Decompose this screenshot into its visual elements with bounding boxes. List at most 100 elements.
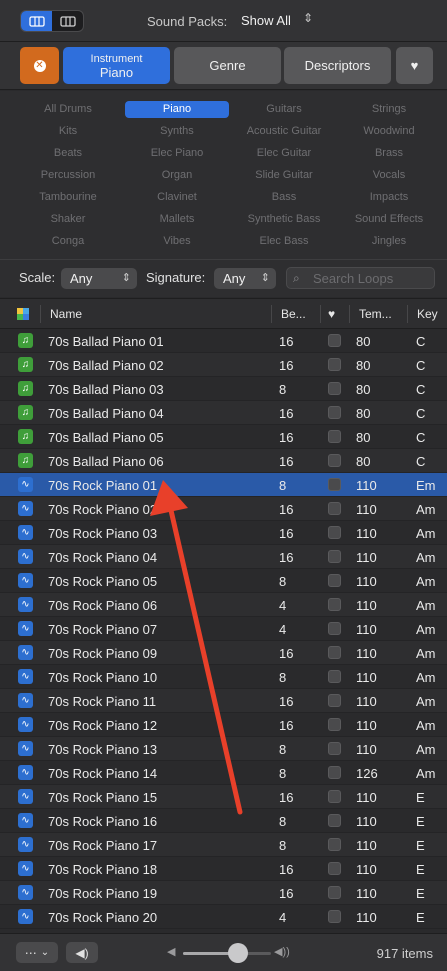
table-row[interactable]: ♫ 70s Ballad Piano 03 8 80 C [0,377,447,401]
sound-packs-chevron-icon[interactable]: ⇕ [303,11,313,25]
table-row[interactable]: ∿ 70s Rock Piano 20 4 110 E [0,905,447,929]
keyword-bass[interactable]: Bass [232,189,336,206]
table-row[interactable]: ∿ 70s Rock Piano 14 8 126 Am [0,761,447,785]
search-field[interactable]: ⌕ [286,267,435,289]
signature-popup[interactable]: Any ⇕ [214,268,276,289]
keyword-tambourine[interactable]: Tambourine [16,189,120,206]
table-row[interactable]: ∿ 70s Rock Piano 01 8 110 Em [0,473,447,497]
table-row[interactable]: ∿ 70s Rock Piano 09 16 110 Am [0,641,447,665]
scale-popup[interactable]: Any ⇕ [61,268,137,289]
keyword-sound-effects[interactable]: Sound Effects [337,211,441,228]
favorite-checkbox[interactable] [328,886,341,899]
list-view-button[interactable] [21,11,52,31]
table-row[interactable]: ∿ 70s Rock Piano 19 16 110 E [0,881,447,905]
table-row[interactable]: ♫ 70s Ballad Piano 04 16 80 C [0,401,447,425]
keyword-conga[interactable]: Conga [16,233,120,250]
column-beats[interactable]: Be... [281,307,306,321]
favorite-checkbox[interactable] [328,790,341,803]
table-row[interactable]: ∿ 70s Rock Piano 17 8 110 E [0,833,447,857]
favorite-checkbox[interactable] [328,742,341,755]
table-row[interactable]: ∿ 70s Rock Piano 12 16 110 Am [0,713,447,737]
volume-knob[interactable] [227,943,248,963]
more-options-button[interactable]: ⋯ ⌄ [16,942,58,963]
table-row[interactable]: ∿ 70s Rock Piano 07 4 110 Am [0,617,447,641]
keyword-shaker[interactable]: Shaker [16,211,120,228]
table-row[interactable]: ∿ 70s Rock Piano 15 16 110 E [0,785,447,809]
keyword-vibes[interactable]: Vibes [125,233,229,250]
keyword-elec-bass[interactable]: Elec Bass [232,233,336,250]
column-favorite-heart-icon[interactable]: ♥ [328,307,335,321]
keyword-kits[interactable]: Kits [16,123,120,140]
table-row[interactable]: ♫ 70s Ballad Piano 06 16 80 C [0,449,447,473]
loop-type-grid-icon[interactable] [17,308,29,320]
favorite-checkbox[interactable] [328,622,341,635]
table-row[interactable]: ♫ 70s Ballad Piano 05 16 80 C [0,425,447,449]
search-input[interactable] [313,270,431,287]
favorite-checkbox[interactable] [328,406,341,419]
table-row[interactable]: ∿ 70s Rock Piano 03 16 110 Am [0,521,447,545]
favorite-checkbox[interactable] [328,718,341,731]
keyword-percussion[interactable]: Percussion [16,167,120,184]
keyword-synths[interactable]: Synths [125,123,229,140]
column-key[interactable]: Key [417,307,438,321]
favorite-checkbox[interactable] [328,694,341,707]
favorite-checkbox[interactable] [328,814,341,827]
keyword-organ[interactable]: Organ [125,167,229,184]
favorite-checkbox[interactable] [328,646,341,659]
keyword-vocals[interactable]: Vocals [337,167,441,184]
table-row[interactable]: ∿ 70s Rock Piano 13 8 110 Am [0,737,447,761]
table-row[interactable]: ∿ 70s Rock Piano 05 8 110 Am [0,569,447,593]
keyword-strings[interactable]: Strings [337,101,441,118]
keyword-slide-guitar[interactable]: Slide Guitar [232,167,336,184]
column-view-button[interactable] [52,11,83,31]
favorite-checkbox[interactable] [328,526,341,539]
keyword-brass[interactable]: Brass [337,145,441,162]
table-row[interactable]: ♫ 70s Ballad Piano 01 16 80 C [0,329,447,353]
preview-in-key-button[interactable]: ◀) [66,942,98,963]
favorite-checkbox[interactable] [328,838,341,851]
favorite-checkbox[interactable] [328,550,341,563]
favorite-checkbox[interactable] [328,502,341,515]
favorite-checkbox[interactable] [328,766,341,779]
favorite-checkbox[interactable] [328,670,341,683]
keyword-elec-piano[interactable]: Elec Piano [125,145,229,162]
keyword-woodwind[interactable]: Woodwind [337,123,441,140]
keyword-mallets[interactable]: Mallets [125,211,229,228]
favorite-checkbox[interactable] [328,358,341,371]
reset-filters-button[interactable]: ✕ [20,47,59,84]
table-row[interactable]: ∿ 70s Rock Piano 11 16 110 Am [0,689,447,713]
keyword-synthetic-bass[interactable]: Synthetic Bass [232,211,336,228]
table-row[interactable]: ∿ 70s Rock Piano 02 16 110 Am [0,497,447,521]
favorite-checkbox[interactable] [328,430,341,443]
favorite-checkbox[interactable] [328,382,341,395]
keyword-guitars[interactable]: Guitars [232,101,336,118]
keyword-jingles[interactable]: Jingles [337,233,441,250]
table-row[interactable]: ∿ 70s Rock Piano 16 8 110 E [0,809,447,833]
favorite-checkbox[interactable] [328,862,341,875]
keyword-impacts[interactable]: Impacts [337,189,441,206]
table-row[interactable]: ∿ 70s Rock Piano 18 16 110 E [0,857,447,881]
keyword-piano[interactable]: Piano [125,101,229,118]
table-row[interactable]: ∿ 70s Rock Piano 10 8 110 Am [0,665,447,689]
column-tempo[interactable]: Tem... [359,307,392,321]
favorites-heart-icon[interactable]: ♥ [396,47,433,84]
sound-packs-popup[interactable]: Show All [241,13,291,28]
keyword-all-drums[interactable]: All Drums [16,101,120,118]
favorite-checkbox[interactable] [328,598,341,611]
tab-genre[interactable]: Genre [174,47,281,84]
table-row[interactable]: ∿ 70s Rock Piano 04 16 110 Am [0,545,447,569]
keyword-elec-guitar[interactable]: Elec Guitar [232,145,336,162]
favorite-checkbox[interactable] [328,334,341,347]
keyword-acoustic-guitar[interactable]: Acoustic Guitar [232,123,336,140]
favorite-checkbox[interactable] [328,454,341,467]
keyword-clavinet[interactable]: Clavinet [125,189,229,206]
table-row[interactable]: ♫ 70s Ballad Piano 02 16 80 C [0,353,447,377]
tab-descriptors[interactable]: Descriptors [284,47,391,84]
column-name[interactable]: Name [50,307,82,321]
favorite-checkbox[interactable] [328,574,341,587]
table-row[interactable]: ∿ 70s Rock Piano 06 4 110 Am [0,593,447,617]
tab-instrument[interactable]: Instrument Piano [63,47,170,84]
keyword-beats[interactable]: Beats [16,145,120,162]
favorite-checkbox[interactable] [328,478,341,491]
favorite-checkbox[interactable] [328,910,341,923]
